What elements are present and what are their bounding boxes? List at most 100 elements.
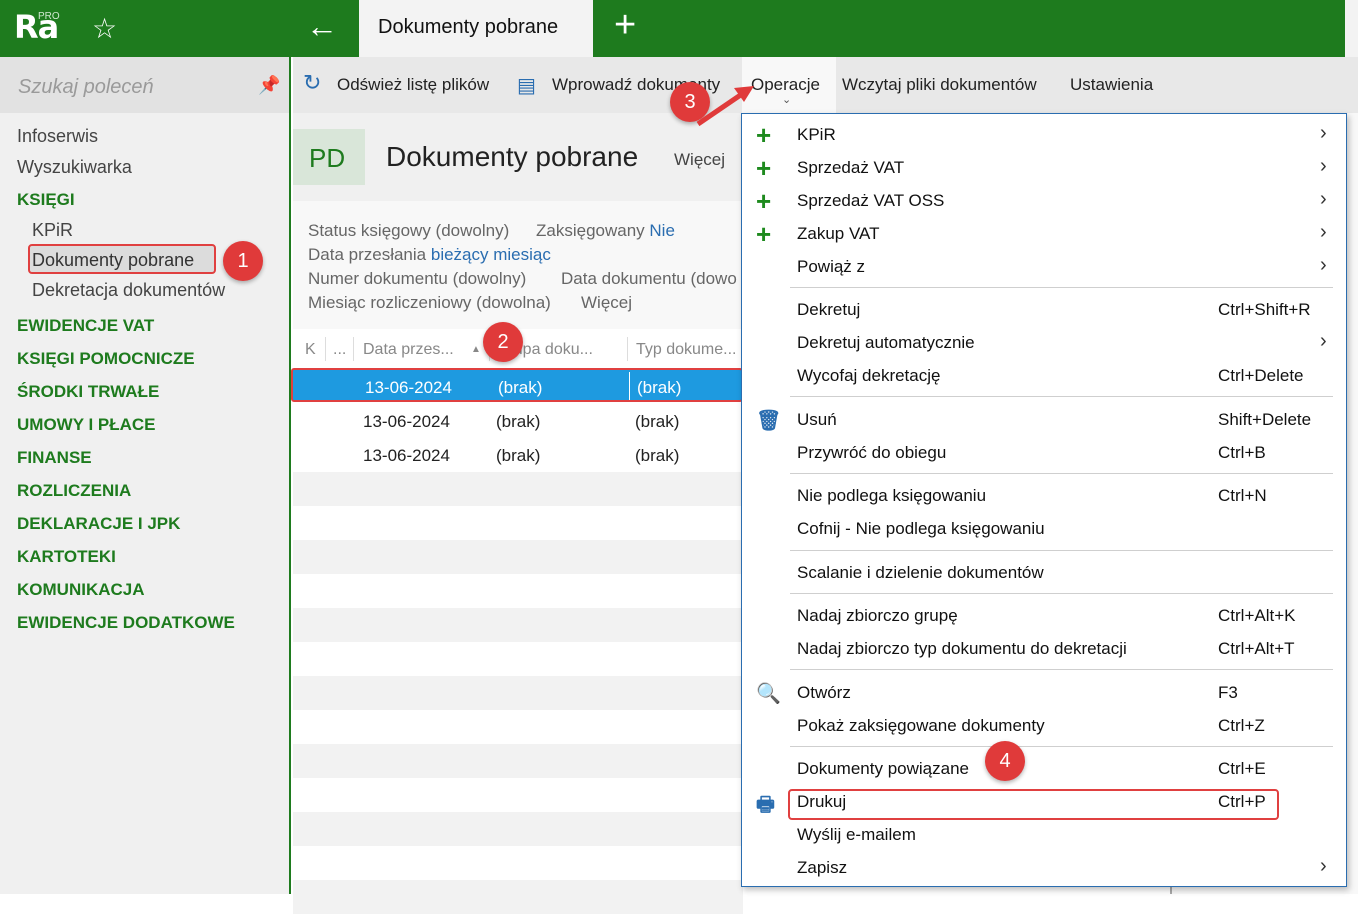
menu-item-shortcut: Ctrl+Delete bbox=[1218, 366, 1304, 385]
menu-item-powiaz-z[interactable]: Powiąż z › bbox=[742, 250, 1346, 283]
column-separator bbox=[353, 337, 354, 361]
page-header: PD Dokumenty pobrane Więcej bbox=[293, 113, 743, 201]
chevron-right-icon: › bbox=[1320, 122, 1327, 144]
tab-dokumenty-pobrane[interactable]: Dokumenty pobrane bbox=[359, 0, 593, 57]
filter-doc-number[interactable]: Numer dokumentu (dowolny) bbox=[308, 269, 526, 289]
menu-item-wycofaj-dekretacje[interactable]: Wycofaj dekretację Ctrl+Delete bbox=[742, 359, 1346, 392]
chevron-right-icon: › bbox=[1320, 330, 1327, 352]
chevron-right-icon: › bbox=[1320, 155, 1327, 177]
column-header-date[interactable]: Data przes... bbox=[363, 341, 454, 359]
column-header-k[interactable]: K bbox=[305, 341, 316, 359]
search-placeholder: Szukaj poleceń bbox=[18, 76, 154, 98]
menu-item-sprzedaz-vat-oss[interactable]: + Sprzedaż VAT OSS › bbox=[742, 184, 1346, 217]
menu-item-nie-podlega[interactable]: Nie podlega księgowaniu Ctrl+N bbox=[742, 479, 1346, 512]
command-search[interactable]: Szukaj poleceń 📌 bbox=[0, 57, 289, 113]
chevron-right-icon: › bbox=[1320, 221, 1327, 243]
menu-item-label: Przywróć do obiegu bbox=[797, 443, 947, 462]
cell-type: (brak) bbox=[637, 378, 682, 397]
sidebar-section-ksiegi-pomocnicze[interactable]: KSIĘGI POMOCNICZE bbox=[17, 349, 195, 369]
menu-item-scalanie[interactable]: Scalanie i dzielenie dokumentów bbox=[742, 556, 1346, 589]
menu-item-kpir[interactable]: + KPiR › bbox=[742, 118, 1346, 151]
menu-separator bbox=[790, 396, 1333, 397]
menu-item-zakup-vat[interactable]: + Zakup VAT › bbox=[742, 217, 1346, 250]
sidebar-subitem-kpir[interactable]: KPiR bbox=[32, 220, 73, 241]
sidebar-section-umowy-i-place[interactable]: UMOWY I PŁACE bbox=[17, 415, 156, 435]
menu-item-dokumenty-powiazane[interactable]: Dokumenty powiązane Ctrl+E bbox=[742, 752, 1346, 785]
menu-item-usun[interactable]: 🗑 Usuń Shift+Delete bbox=[742, 403, 1346, 436]
sidebar-section-srodki-trwale[interactable]: ŚRODKI TRWAŁE bbox=[17, 382, 159, 402]
logo-badge: PRO bbox=[38, 11, 60, 22]
settings-button[interactable]: Ustawienia bbox=[1070, 75, 1153, 95]
table-row[interactable]: 13-06-2024 (brak) (brak) bbox=[293, 404, 743, 438]
filter-status-label: Status księgowy (dowolny) bbox=[308, 221, 510, 240]
filter-posted[interactable]: Zaksięgowany Nie bbox=[536, 221, 675, 241]
app-logo[interactable]: Ra PRO bbox=[0, 0, 72, 57]
menu-item-dekretuj-automatycznie[interactable]: Dekretuj automatycznie › bbox=[742, 326, 1346, 359]
plus-icon: + bbox=[756, 186, 772, 216]
sidebar-section-komunikacja[interactable]: KOMUNIKACJA bbox=[17, 580, 145, 600]
filter-status[interactable]: Status księgowy (dowolny) bbox=[308, 221, 509, 241]
menu-separator bbox=[790, 746, 1333, 747]
sidebar-subitem-dokumenty-pobrane[interactable]: Dokumenty pobrane bbox=[32, 250, 194, 271]
menu-item-label: Drukuj bbox=[797, 792, 847, 811]
filter-doc-date[interactable]: Data dokumentu (dowo bbox=[561, 269, 737, 289]
chevron-right-icon: › bbox=[1320, 254, 1327, 276]
column-header-more[interactable]: ... bbox=[333, 341, 346, 359]
column-header-type[interactable]: Typ dokume... bbox=[636, 341, 737, 359]
menu-item-label: Usuń bbox=[797, 410, 837, 429]
refresh-button[interactable]: Odśwież listę plików bbox=[337, 75, 489, 95]
menu-item-przywroc[interactable]: Przywróć do obiegu Ctrl+B bbox=[742, 436, 1346, 469]
menu-item-zapisz[interactable]: Zapisz › bbox=[742, 851, 1346, 884]
sidebar-section-deklaracje[interactable]: DEKLARACJE I JPK bbox=[17, 514, 180, 534]
sort-ascending-icon[interactable]: ▲ bbox=[471, 344, 481, 355]
menu-item-nadaj-typ[interactable]: Nadaj zbiorczo typ dokumentu do dekretac… bbox=[742, 632, 1346, 665]
menu-item-nadaj-grupe[interactable]: Nadaj zbiorczo grupę Ctrl+Alt+K bbox=[742, 599, 1346, 632]
plus-icon: + bbox=[756, 219, 772, 249]
load-files-button[interactable]: Wczytaj pliki dokumentów bbox=[842, 75, 1037, 95]
menu-item-pokaz-zaksiegowane[interactable]: Pokaż zaksięgowane dokumenty Ctrl+Z bbox=[742, 709, 1346, 742]
menu-item-label: Dokumenty powiązane bbox=[797, 759, 969, 778]
header-more-link[interactable]: Więcej bbox=[674, 150, 725, 170]
sidebar-section-ksiegi[interactable]: KSIĘGI bbox=[17, 190, 75, 210]
cell-date: 13-06-2024 bbox=[365, 378, 452, 397]
sidebar-subitem-dekretacja[interactable]: Dekretacja dokumentów bbox=[32, 280, 225, 301]
menu-item-sprzedaz-vat[interactable]: + Sprzedaż VAT › bbox=[742, 151, 1346, 184]
cell-type: (brak) bbox=[635, 446, 680, 465]
cell-divider bbox=[629, 372, 630, 400]
top-bar: Ra PRO ☆ ← Dokumenty pobrane + bbox=[0, 0, 1358, 57]
filter-sent-date[interactable]: Data przesłania bieżący miesiąc bbox=[308, 245, 551, 265]
module-badge-text: PD bbox=[309, 143, 346, 173]
sidebar-section-finanse[interactable]: FINANSE bbox=[17, 448, 92, 468]
back-arrow-icon[interactable]: ← bbox=[306, 8, 338, 45]
document-add-icon[interactable]: ▤ bbox=[517, 73, 536, 98]
menu-item-shortcut: Ctrl+Alt+K bbox=[1218, 606, 1296, 625]
chevron-right-icon: › bbox=[1320, 855, 1327, 877]
sidebar-item-infoserwis[interactable]: Infoserwis bbox=[17, 126, 98, 147]
sidebar-section-ewidencje-vat[interactable]: EWIDENCJE VAT bbox=[17, 316, 154, 336]
menu-item-shortcut: Ctrl+Z bbox=[1218, 716, 1265, 735]
new-tab-plus-icon[interactable]: + bbox=[614, 4, 636, 47]
sidebar-item-wyszukiwarka[interactable]: Wyszukiwarka bbox=[17, 157, 132, 178]
column-separator bbox=[627, 337, 628, 361]
star-icon[interactable]: ☆ bbox=[92, 12, 117, 45]
pin-icon[interactable]: 📌 bbox=[258, 75, 280, 96]
menu-item-otworz[interactable]: 🔍 Otwórz F3 bbox=[742, 676, 1346, 709]
menu-separator bbox=[790, 287, 1333, 288]
filter-posted-label: Zaksięgowany bbox=[536, 221, 645, 240]
sidebar-section-rozliczenia[interactable]: ROZLICZENIA bbox=[17, 481, 131, 501]
trash-icon: 🗑 bbox=[756, 410, 782, 432]
menu-item-drukuj[interactable]: 🖶 Drukuj Ctrl+P bbox=[742, 785, 1346, 818]
sidebar-section-ewidencje-dodatkowe[interactable]: EWIDENCJE DODATKOWE bbox=[17, 613, 235, 633]
refresh-icon[interactable]: ↻ bbox=[303, 70, 321, 96]
filter-more[interactable]: Więcej bbox=[581, 293, 632, 313]
table-row[interactable]: 13-06-2024 (brak) (brak) bbox=[293, 438, 743, 472]
menu-item-cofnij-nie-podlega[interactable]: Cofnij - Nie podlega księgowaniu bbox=[742, 512, 1346, 545]
menu-item-shortcut: Ctrl+Alt+T bbox=[1218, 639, 1295, 658]
menu-item-label: Wycofaj dekretację bbox=[797, 366, 941, 385]
menu-item-label: Wyślij e-mailem bbox=[797, 825, 916, 844]
table-row[interactable]: 13-06-2024 (brak) (brak) bbox=[291, 368, 743, 402]
menu-item-dekretuj[interactable]: Dekretuj Ctrl+Shift+R bbox=[742, 293, 1346, 326]
filter-month[interactable]: Miesiąc rozliczeniowy (dowolna) bbox=[308, 293, 551, 313]
sidebar-section-kartoteki[interactable]: KARTOTEKI bbox=[17, 547, 116, 567]
menu-item-wyslij-emailem[interactable]: Wyślij e-mailem bbox=[742, 818, 1346, 851]
